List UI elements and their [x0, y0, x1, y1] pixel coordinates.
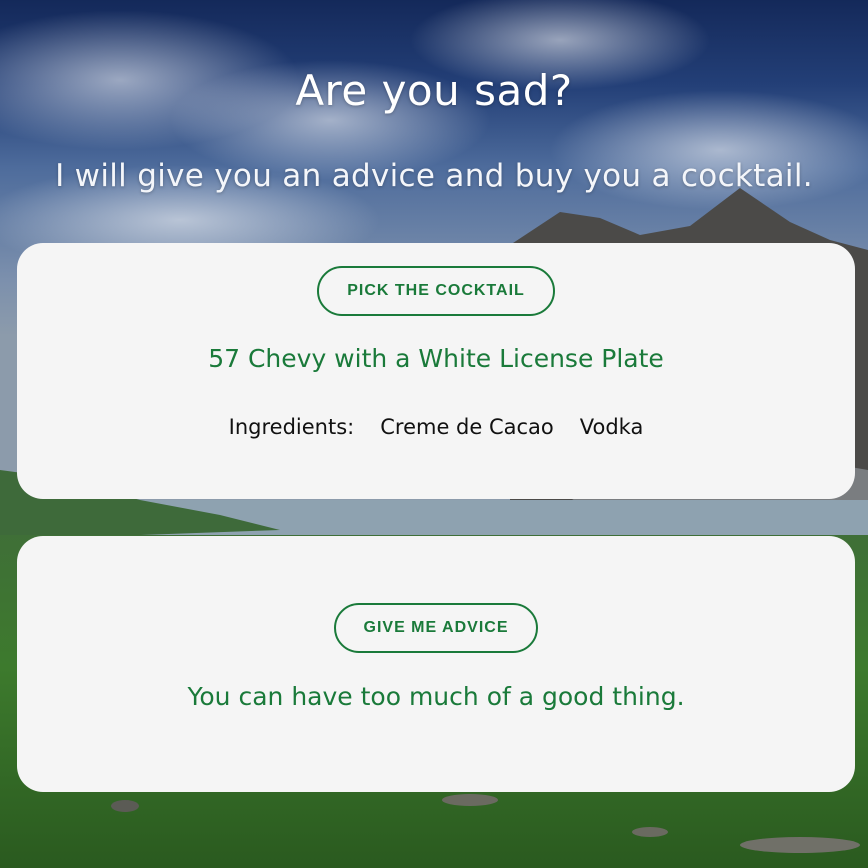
page-title: Are you sad?: [295, 66, 573, 115]
advice-text: You can have too much of a good thing.: [187, 682, 685, 711]
page-subtitle: I will give you an advice and buy you a …: [55, 158, 813, 194]
cocktail-card: PICK THE COCKTAIL 57 Chevy with a White …: [17, 243, 855, 499]
ingredient-item: Creme de Cacao: [380, 415, 554, 439]
ingredient-item: Vodka: [579, 415, 644, 439]
pick-cocktail-button[interactable]: PICK THE COCKTAIL: [317, 266, 555, 316]
cocktail-name: 57 Chevy with a White License Plate: [208, 344, 664, 373]
ingredients-row: Ingredients: Creme de Cacao Vodka: [17, 415, 855, 439]
give-advice-button[interactable]: GIVE ME ADVICE: [334, 603, 538, 653]
ingredients-label: Ingredients:: [228, 415, 355, 439]
advice-card: GIVE ME ADVICE You can have too much of …: [17, 536, 855, 792]
